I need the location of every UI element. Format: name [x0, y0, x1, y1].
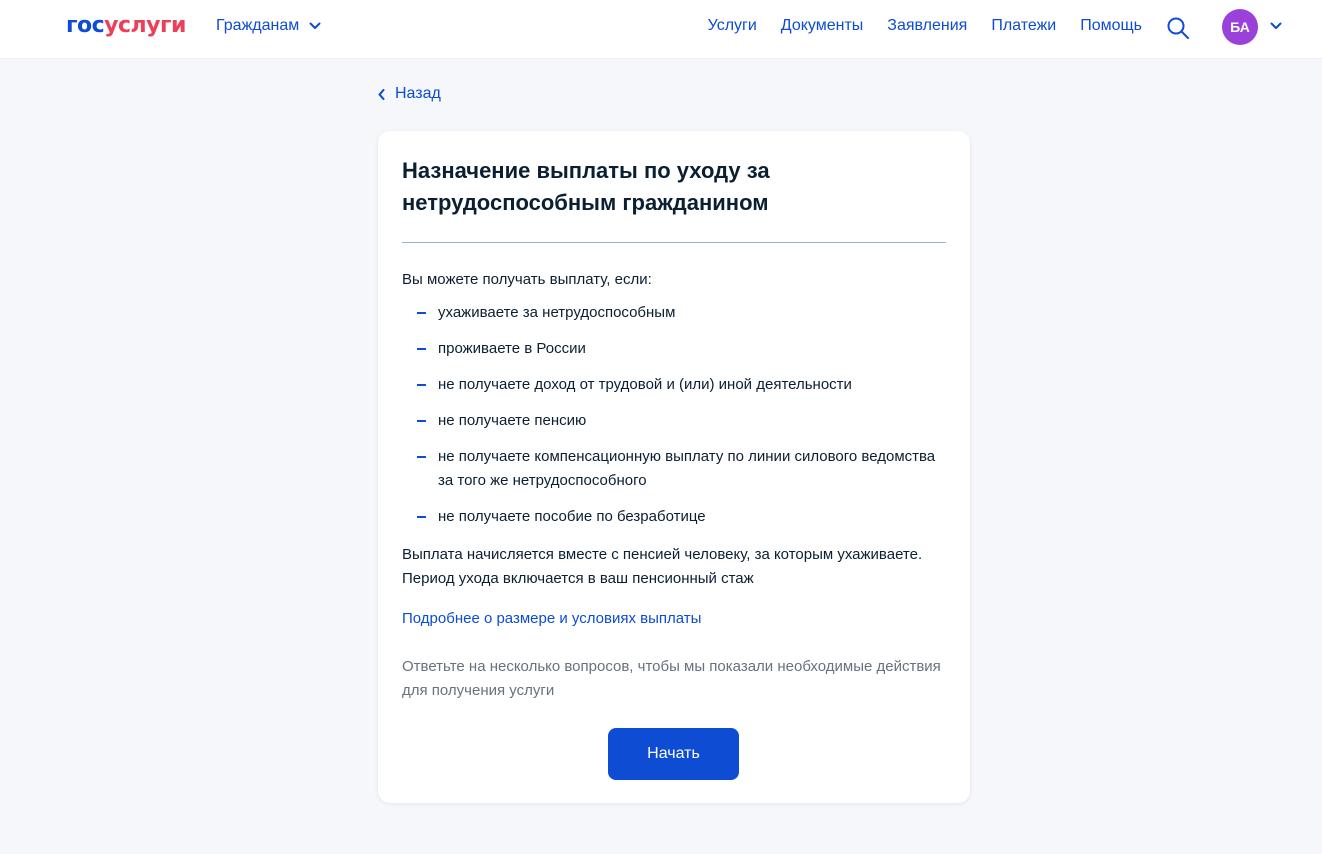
nav-services[interactable]: Услуги: [708, 17, 757, 35]
condition-text: проживаете в России: [438, 340, 586, 357]
list-item: не получаете пенсию: [402, 409, 946, 433]
back-link-label: Назад: [395, 85, 441, 102]
list-item: не получаете компенсационную выплату по …: [402, 445, 946, 493]
audience-selector-label: Гражданам: [216, 17, 300, 34]
condition-text: не получаете компенсационную выплату по …: [438, 448, 936, 489]
more-info-link[interactable]: Подробнее о размере и условиях выплаты: [402, 607, 701, 631]
nav-payments[interactable]: Платежи: [991, 17, 1056, 35]
nav-help[interactable]: Помощь: [1080, 17, 1142, 35]
conditions-list: ухаживаете за нетрудоспособным проживает…: [402, 301, 946, 541]
dash-bullet-icon: [417, 348, 426, 350]
dash-bullet-icon: [417, 384, 426, 386]
list-item: ухаживаете за нетрудоспособным: [402, 301, 946, 325]
condition-text: не получаете пенсию: [438, 412, 587, 429]
search-icon[interactable]: [1166, 16, 1190, 40]
start-button[interactable]: Начать: [608, 728, 739, 780]
condition-text: ухаживаете за нетрудоспособным: [438, 304, 676, 321]
divider: [402, 242, 946, 243]
condition-text: не получаете пособие по безработице: [438, 508, 706, 525]
header: госуслуги Гражданам Услуги Документы Зая…: [0, 0, 1322, 59]
gosuslugi-logo[interactable]: госуслуги: [66, 13, 186, 38]
conditions-intro: Вы можете получать выплату, если:: [402, 271, 652, 288]
payment-note: Выплата начисляется вместе с пенсией чел…: [402, 546, 923, 587]
questions-note: Ответьте на несколько вопросов, чтобы мы…: [402, 658, 941, 699]
chevron-down-icon[interactable]: [1270, 22, 1282, 30]
dash-bullet-icon: [417, 516, 426, 518]
main-nav: Услуги Документы Заявления Платежи Помощ…: [708, 17, 1142, 35]
chevron-left-icon: [378, 88, 385, 100]
nav-documents[interactable]: Документы: [781, 17, 863, 35]
dash-bullet-icon: [417, 312, 426, 314]
condition-text: не получаете доход от трудовой и (или) и…: [438, 376, 852, 393]
list-item: не получаете пособие по безработице: [402, 505, 946, 529]
avatar[interactable]: БА: [1222, 9, 1258, 45]
service-card: Назначение выплаты по уходу за нетрудосп…: [378, 131, 970, 803]
list-item: проживаете в России: [402, 337, 946, 361]
page-title: Назначение выплаты по уходу за нетрудосп…: [402, 158, 770, 215]
list-item: не получаете доход от трудовой и (или) и…: [402, 373, 946, 397]
logo-part-uslugi: услуги: [104, 13, 186, 38]
dash-bullet-icon: [417, 456, 426, 458]
dash-bullet-icon: [417, 420, 426, 422]
chevron-down-icon: [309, 22, 321, 29]
logo-part-gos: гос: [66, 13, 105, 38]
audience-selector[interactable]: Гражданам: [216, 17, 321, 35]
nav-applications[interactable]: Заявления: [887, 17, 967, 35]
back-link[interactable]: Назад: [378, 85, 441, 103]
